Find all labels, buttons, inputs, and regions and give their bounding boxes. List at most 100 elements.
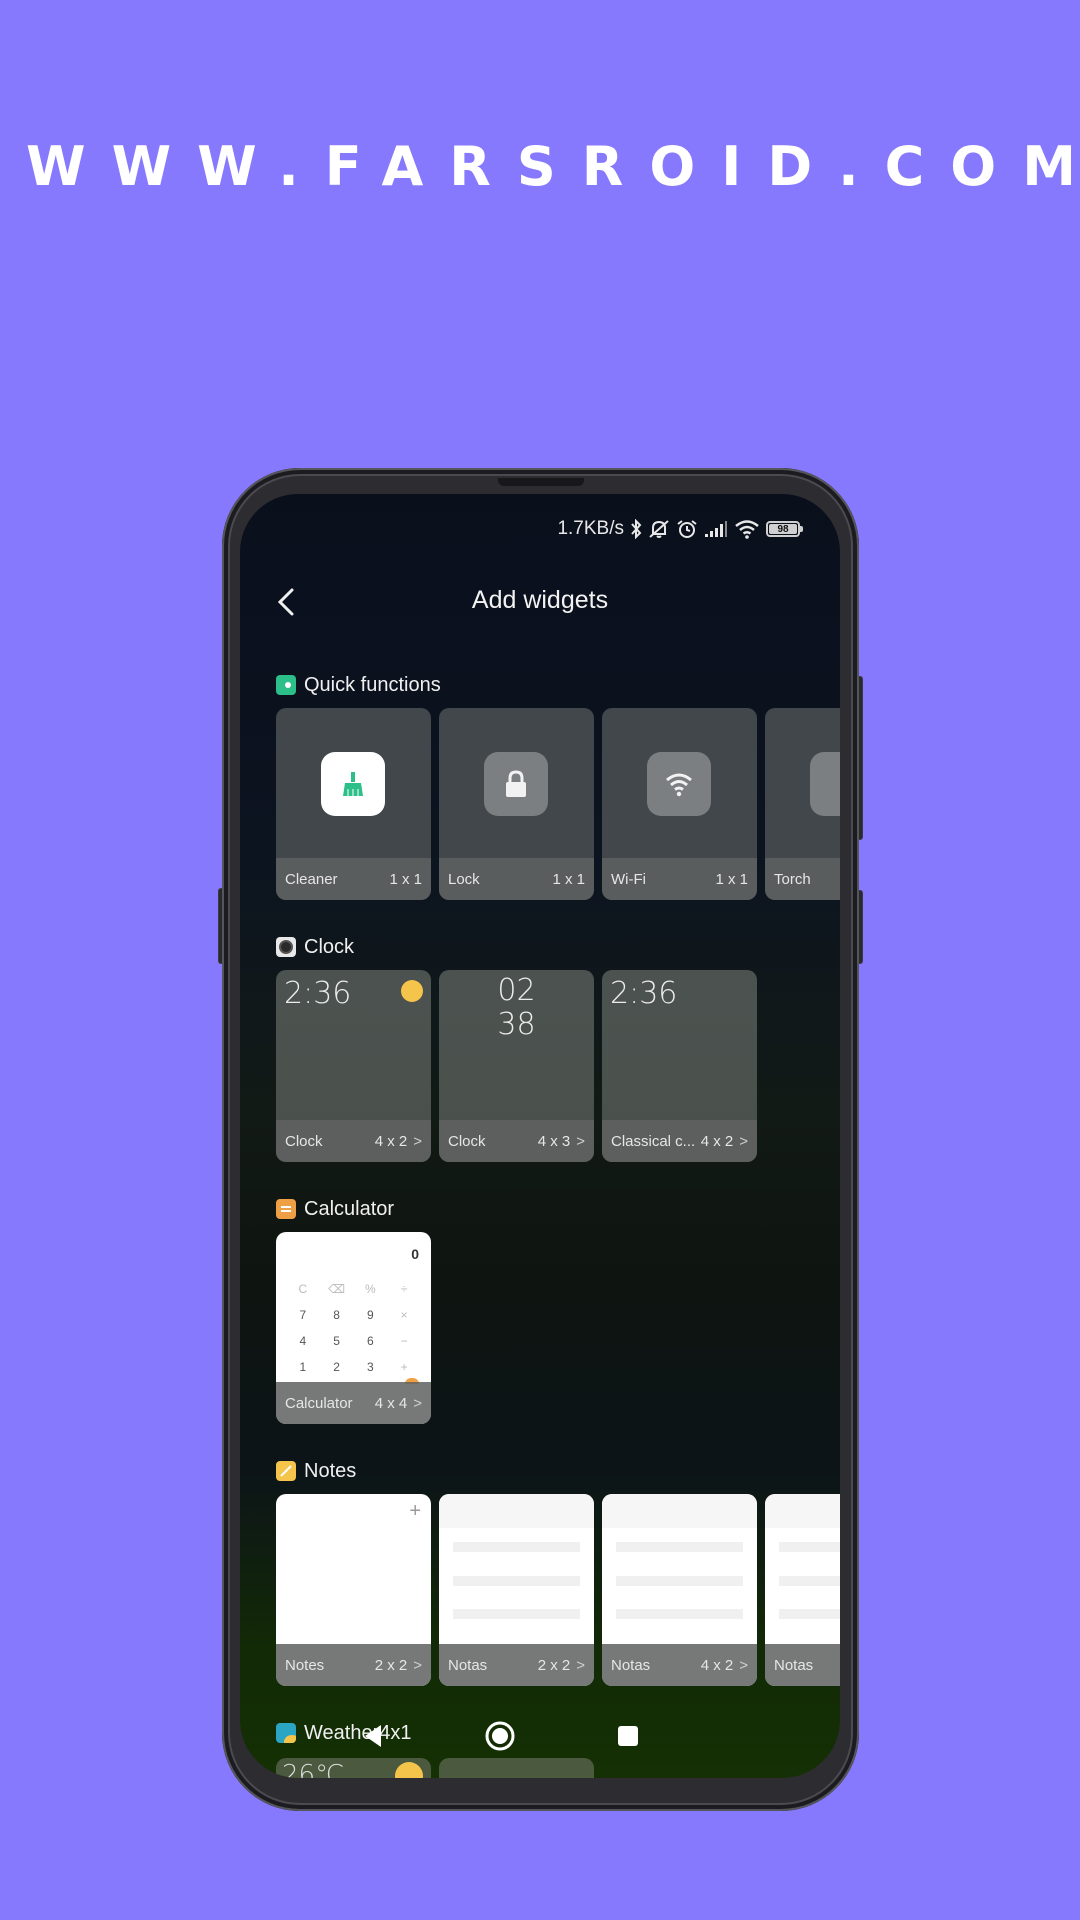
widget-tile-clock-4x3[interactable]: 02 38 Clock 4 x 3 > bbox=[439, 970, 594, 1162]
battery-icon: 98 bbox=[766, 521, 803, 537]
navigation-bar bbox=[240, 1716, 840, 1756]
widget-tile-weather-2[interactable] bbox=[439, 1758, 594, 1778]
calc-key: ⌫ bbox=[328, 1282, 346, 1296]
nav-home-button[interactable] bbox=[480, 1716, 520, 1756]
plus-icon: + bbox=[409, 1500, 421, 1522]
chevron-right-icon: > bbox=[413, 1132, 422, 1150]
calc-key: 7 bbox=[299, 1308, 307, 1322]
calc-key: 1 bbox=[299, 1360, 307, 1374]
section-title: Quick functions bbox=[304, 673, 441, 696]
widget-name: Lock bbox=[448, 870, 480, 888]
widget-name: Notas bbox=[611, 1656, 651, 1674]
widget-name: Cleaner bbox=[285, 870, 338, 888]
network-speed: 1.7KB/s bbox=[557, 518, 624, 539]
broom-icon bbox=[321, 752, 385, 816]
widget-tile-lock[interactable]: Lock 1 x 1 bbox=[439, 708, 594, 900]
widget-size: 2 x 2 bbox=[374, 1656, 408, 1674]
calc-key: 8 bbox=[333, 1308, 340, 1322]
calc-keypad: C ⌫ % ÷ 7 8 9 × 4 5 6 − 1 2 3 + bbox=[286, 1280, 421, 1376]
clock-preview-hours: 02 bbox=[497, 973, 536, 1008]
widget-size: 1 x 1 bbox=[552, 870, 585, 888]
weather-sun-icon bbox=[395, 1762, 423, 1778]
widget-name: Notes bbox=[285, 1656, 325, 1674]
calc-key: 2 bbox=[333, 1360, 340, 1374]
quick-functions-icon bbox=[276, 675, 296, 695]
widget-name: Classical c... bbox=[611, 1132, 696, 1150]
widget-size: 2 x 2 bbox=[537, 1656, 571, 1674]
status-bar: 1.7KB/s 98 bbox=[557, 516, 803, 542]
calc-key: 3 bbox=[367, 1360, 374, 1374]
calc-key: 5 bbox=[333, 1334, 340, 1348]
widget-tile-classical-clock[interactable]: 2:36 Classical c... 4 x 2 > bbox=[602, 970, 757, 1162]
section-calculator: Calculator 0 C ⌫ % ÷ 7 8 9 × 4 5 6 − 1 2… bbox=[276, 1196, 840, 1424]
widget-tile-notas-4x2[interactable]: Notas 4 x 2 > bbox=[602, 1494, 757, 1686]
mute-icon bbox=[648, 519, 670, 539]
widget-name: Clock bbox=[285, 1132, 323, 1150]
chevron-right-icon: > bbox=[576, 1656, 585, 1674]
widget-size: 1 x 1 bbox=[715, 870, 748, 888]
widget-name: Calculator bbox=[285, 1394, 353, 1412]
lock-icon bbox=[484, 752, 548, 816]
phone-screen: 1.7KB/s 98 Add widgets Quick functions C… bbox=[240, 494, 840, 1778]
torch-icon bbox=[810, 752, 840, 816]
widget-name: Notas bbox=[774, 1656, 814, 1674]
calc-key: ÷ bbox=[400, 1282, 408, 1296]
widget-tile-notas[interactable]: Notas bbox=[765, 1494, 840, 1686]
widget-tile-clock-4x2[interactable]: 2:36 Clock 4 x 2 > bbox=[276, 970, 431, 1162]
widget-tile-torch[interactable]: Torch bbox=[765, 708, 840, 900]
chevron-right-icon: > bbox=[413, 1394, 422, 1412]
widget-size: 4 x 3 bbox=[537, 1132, 571, 1150]
watermark-banner: WWW.FARSROID.COM bbox=[26, 135, 1080, 198]
nav-recents-button[interactable] bbox=[608, 1716, 648, 1756]
calc-key: × bbox=[400, 1308, 408, 1322]
calc-key: C bbox=[298, 1282, 308, 1296]
chevron-right-icon: > bbox=[739, 1656, 748, 1674]
widget-size: 4 x 2 bbox=[700, 1656, 734, 1674]
section-header: Notes bbox=[276, 1458, 840, 1484]
clock-preview-time: 2:36 bbox=[610, 976, 678, 1011]
calc-key: 4 bbox=[299, 1334, 307, 1348]
calc-key: % bbox=[365, 1282, 376, 1296]
clock-preview-minutes: 38 bbox=[497, 1007, 536, 1042]
widget-tile-notas-2x2[interactable]: Notas 2 x 2 > bbox=[439, 1494, 594, 1686]
section-notes: Notes + Notes 2 x 2 > Notas 2 x 2 > Notas 4 x… bbox=[276, 1458, 840, 1686]
chevron-right-icon: > bbox=[413, 1656, 422, 1674]
wifi-icon bbox=[734, 519, 760, 539]
section-title: Calculator bbox=[304, 1197, 395, 1220]
calc-display: 0 bbox=[411, 1246, 419, 1262]
bluetooth-icon bbox=[630, 519, 642, 539]
nav-back-button[interactable] bbox=[353, 1716, 393, 1756]
section-header: Clock bbox=[276, 934, 840, 960]
section-clock: Clock 2:36 Clock 4 x 2 > 02 38 Clock 4 x 3 >… bbox=[276, 934, 840, 1162]
home-circle-icon bbox=[485, 1721, 515, 1751]
back-triangle-icon bbox=[365, 1725, 381, 1747]
widget-tile-cleaner[interactable]: Cleaner 1 x 1 bbox=[276, 708, 431, 900]
section-header: Calculator bbox=[276, 1196, 840, 1222]
widget-name: Notas bbox=[448, 1656, 488, 1674]
widget-name: Clock bbox=[448, 1132, 486, 1150]
widget-name: Torch bbox=[774, 870, 811, 888]
recents-square-icon bbox=[618, 1726, 638, 1746]
calc-key: 9 bbox=[367, 1308, 374, 1322]
notes-app-icon bbox=[276, 1461, 296, 1481]
wifi-icon bbox=[647, 752, 711, 816]
widget-size: 4 x 2 bbox=[374, 1132, 408, 1150]
battery-level: 98 bbox=[777, 523, 789, 535]
chevron-right-icon: > bbox=[739, 1132, 748, 1150]
calculator-app-icon bbox=[276, 1199, 296, 1219]
chevron-right-icon: > bbox=[576, 1132, 585, 1150]
widget-name: Wi-Fi bbox=[611, 870, 646, 888]
widget-tile-notes-2x2[interactable]: + Notes 2 x 2 > bbox=[276, 1494, 431, 1686]
widget-tile-weather[interactable]: 26℃ bbox=[276, 1758, 431, 1778]
widget-size: 1 x 1 bbox=[389, 870, 422, 888]
weather-sun-icon bbox=[401, 980, 423, 1002]
clock-preview-time: 2:36 bbox=[284, 976, 352, 1011]
calc-key: + bbox=[400, 1360, 408, 1374]
widget-tile-wifi[interactable]: Wi-Fi 1 x 1 bbox=[602, 708, 757, 900]
widget-tile-calculator[interactable]: 0 C ⌫ % ÷ 7 8 9 × 4 5 6 − 1 2 3 + Calcul… bbox=[276, 1232, 431, 1424]
widget-size: 4 x 4 bbox=[374, 1394, 408, 1412]
section-header: Quick functions bbox=[276, 672, 840, 698]
page-title: Add widgets bbox=[471, 586, 609, 614]
section-quick-functions: Quick functions Cleaner 1 x 1 Lock 1 x 1 W… bbox=[276, 672, 840, 900]
clock-app-icon bbox=[276, 937, 296, 957]
